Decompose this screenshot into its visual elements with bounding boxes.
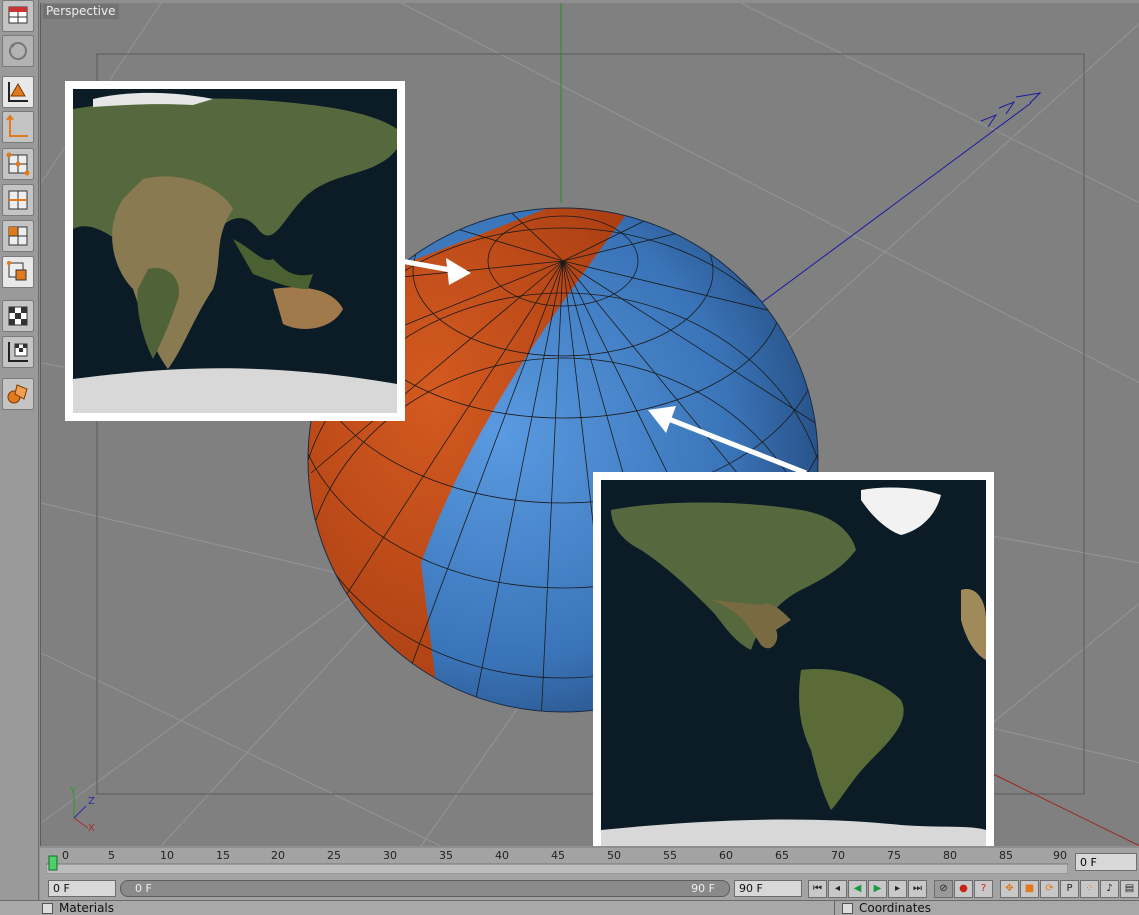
checkbox-icon xyxy=(42,903,53,914)
workplane-icon[interactable] xyxy=(2,378,34,410)
tick-label: 15 xyxy=(216,849,230,862)
tick-label: 75 xyxy=(887,849,901,862)
layout-icon[interactable] xyxy=(2,0,34,32)
svg-text:Z: Z xyxy=(88,796,95,807)
svg-text:Y: Y xyxy=(69,786,77,797)
satellite-map-image-eastern xyxy=(73,89,397,413)
tick-label: 0 xyxy=(62,849,69,862)
x-axis-line xyxy=(990,772,1139,846)
z-axis-arrow xyxy=(980,92,1042,128)
parameter-key-icon[interactable]: P xyxy=(1060,880,1079,898)
checkbox-icon xyxy=(842,903,853,914)
scale-key-icon[interactable]: ■ xyxy=(1020,880,1039,898)
tick-label: 25 xyxy=(327,849,341,862)
texture-inset-eastern-hemisphere xyxy=(65,81,405,421)
coordinates-label: Coordinates xyxy=(859,901,932,915)
tick-label: 85 xyxy=(999,849,1013,862)
document-icon[interactable]: ▤ xyxy=(1120,880,1139,898)
materials-label: Materials xyxy=(59,901,115,915)
uv-points-icon[interactable] xyxy=(2,256,34,288)
z-axis-line xyxy=(760,102,1032,304)
svg-text:X: X xyxy=(88,823,95,834)
edge-mode-icon[interactable] xyxy=(2,184,34,216)
tick-label: 30 xyxy=(383,849,397,862)
tick-label: 20 xyxy=(271,849,285,862)
undo-view-icon[interactable] xyxy=(2,35,34,67)
frame-ruler[interactable]: 0 5 10 15 20 25 30 35 40 45 50 55 60 65 … xyxy=(46,849,1068,874)
tick-label: 45 xyxy=(551,849,565,862)
panel-divider xyxy=(834,901,835,915)
sound-icon[interactable]: ♪ xyxy=(1100,880,1119,898)
tick-label: 5 xyxy=(108,849,115,862)
timeline[interactable]: 0 5 10 15 20 25 30 35 40 45 50 55 60 65 … xyxy=(40,848,1139,878)
tick-label: 65 xyxy=(775,849,789,862)
texture-mode-icon[interactable] xyxy=(2,300,34,332)
go-to-start-icon[interactable]: ⏮ xyxy=(808,880,827,898)
current-frame-field[interactable]: 0 F xyxy=(1075,853,1137,871)
range-start-label: 0 F xyxy=(135,882,152,895)
texture-axis-icon[interactable] xyxy=(2,336,34,368)
tick-label: 60 xyxy=(719,849,733,862)
go-to-end-icon[interactable]: ⏭ xyxy=(908,880,927,898)
tick-label: 90 xyxy=(1053,849,1067,862)
play-backward-icon[interactable]: ◀ xyxy=(848,880,867,898)
playback-controls: 0 F 0 F 90 F 90 F ⏮ ◂ ◀ ▶ ▸ ⏭ ⊘ ● ? ✥ ■ … xyxy=(40,878,1139,900)
rotate-key-icon[interactable]: ⟳ xyxy=(1040,880,1059,898)
record-icon[interactable]: ● xyxy=(954,880,973,898)
bottom-panels: Materials Coordinates xyxy=(0,900,1139,915)
texture-inset-western-hemisphere xyxy=(593,472,994,846)
materials-panel-tab[interactable]: Materials xyxy=(42,901,114,915)
next-frame-icon[interactable]: ▸ xyxy=(888,880,907,898)
coordinates-panel-tab[interactable]: Coordinates xyxy=(842,901,931,915)
help-icon[interactable]: ? xyxy=(974,880,993,898)
play-forward-icon[interactable]: ▶ xyxy=(868,880,887,898)
tick-label: 50 xyxy=(607,849,621,862)
left-toolbar xyxy=(0,0,39,914)
range-end-label: 90 F xyxy=(691,882,715,895)
move-key-icon[interactable]: ✥ xyxy=(1000,880,1019,898)
object-axis-icon[interactable] xyxy=(2,111,34,143)
tick-label: 70 xyxy=(831,849,845,862)
record-disabled-icon[interactable]: ⊘ xyxy=(934,880,953,898)
tick-label: 80 xyxy=(943,849,957,862)
tick-label: 55 xyxy=(663,849,677,862)
satellite-map-image-western xyxy=(601,480,986,846)
range-slider[interactable]: 0 F 90 F xyxy=(120,880,730,897)
tick-label: 40 xyxy=(495,849,509,862)
point-level-icon[interactable]: ⁘ xyxy=(1080,880,1099,898)
polygon-mode-icon[interactable] xyxy=(2,220,34,252)
start-frame-field[interactable]: 0 F xyxy=(48,880,116,897)
point-mode-icon[interactable] xyxy=(2,148,34,180)
tick-label: 10 xyxy=(160,849,174,862)
tick-label: 35 xyxy=(439,849,453,862)
previous-frame-icon[interactable]: ◂ xyxy=(828,880,847,898)
model-tool-icon[interactable] xyxy=(2,76,34,108)
playhead[interactable] xyxy=(48,855,58,871)
end-frame-field[interactable]: 90 F xyxy=(734,880,802,897)
perspective-viewport[interactable]: Perspective Y Z X xyxy=(40,3,1139,846)
